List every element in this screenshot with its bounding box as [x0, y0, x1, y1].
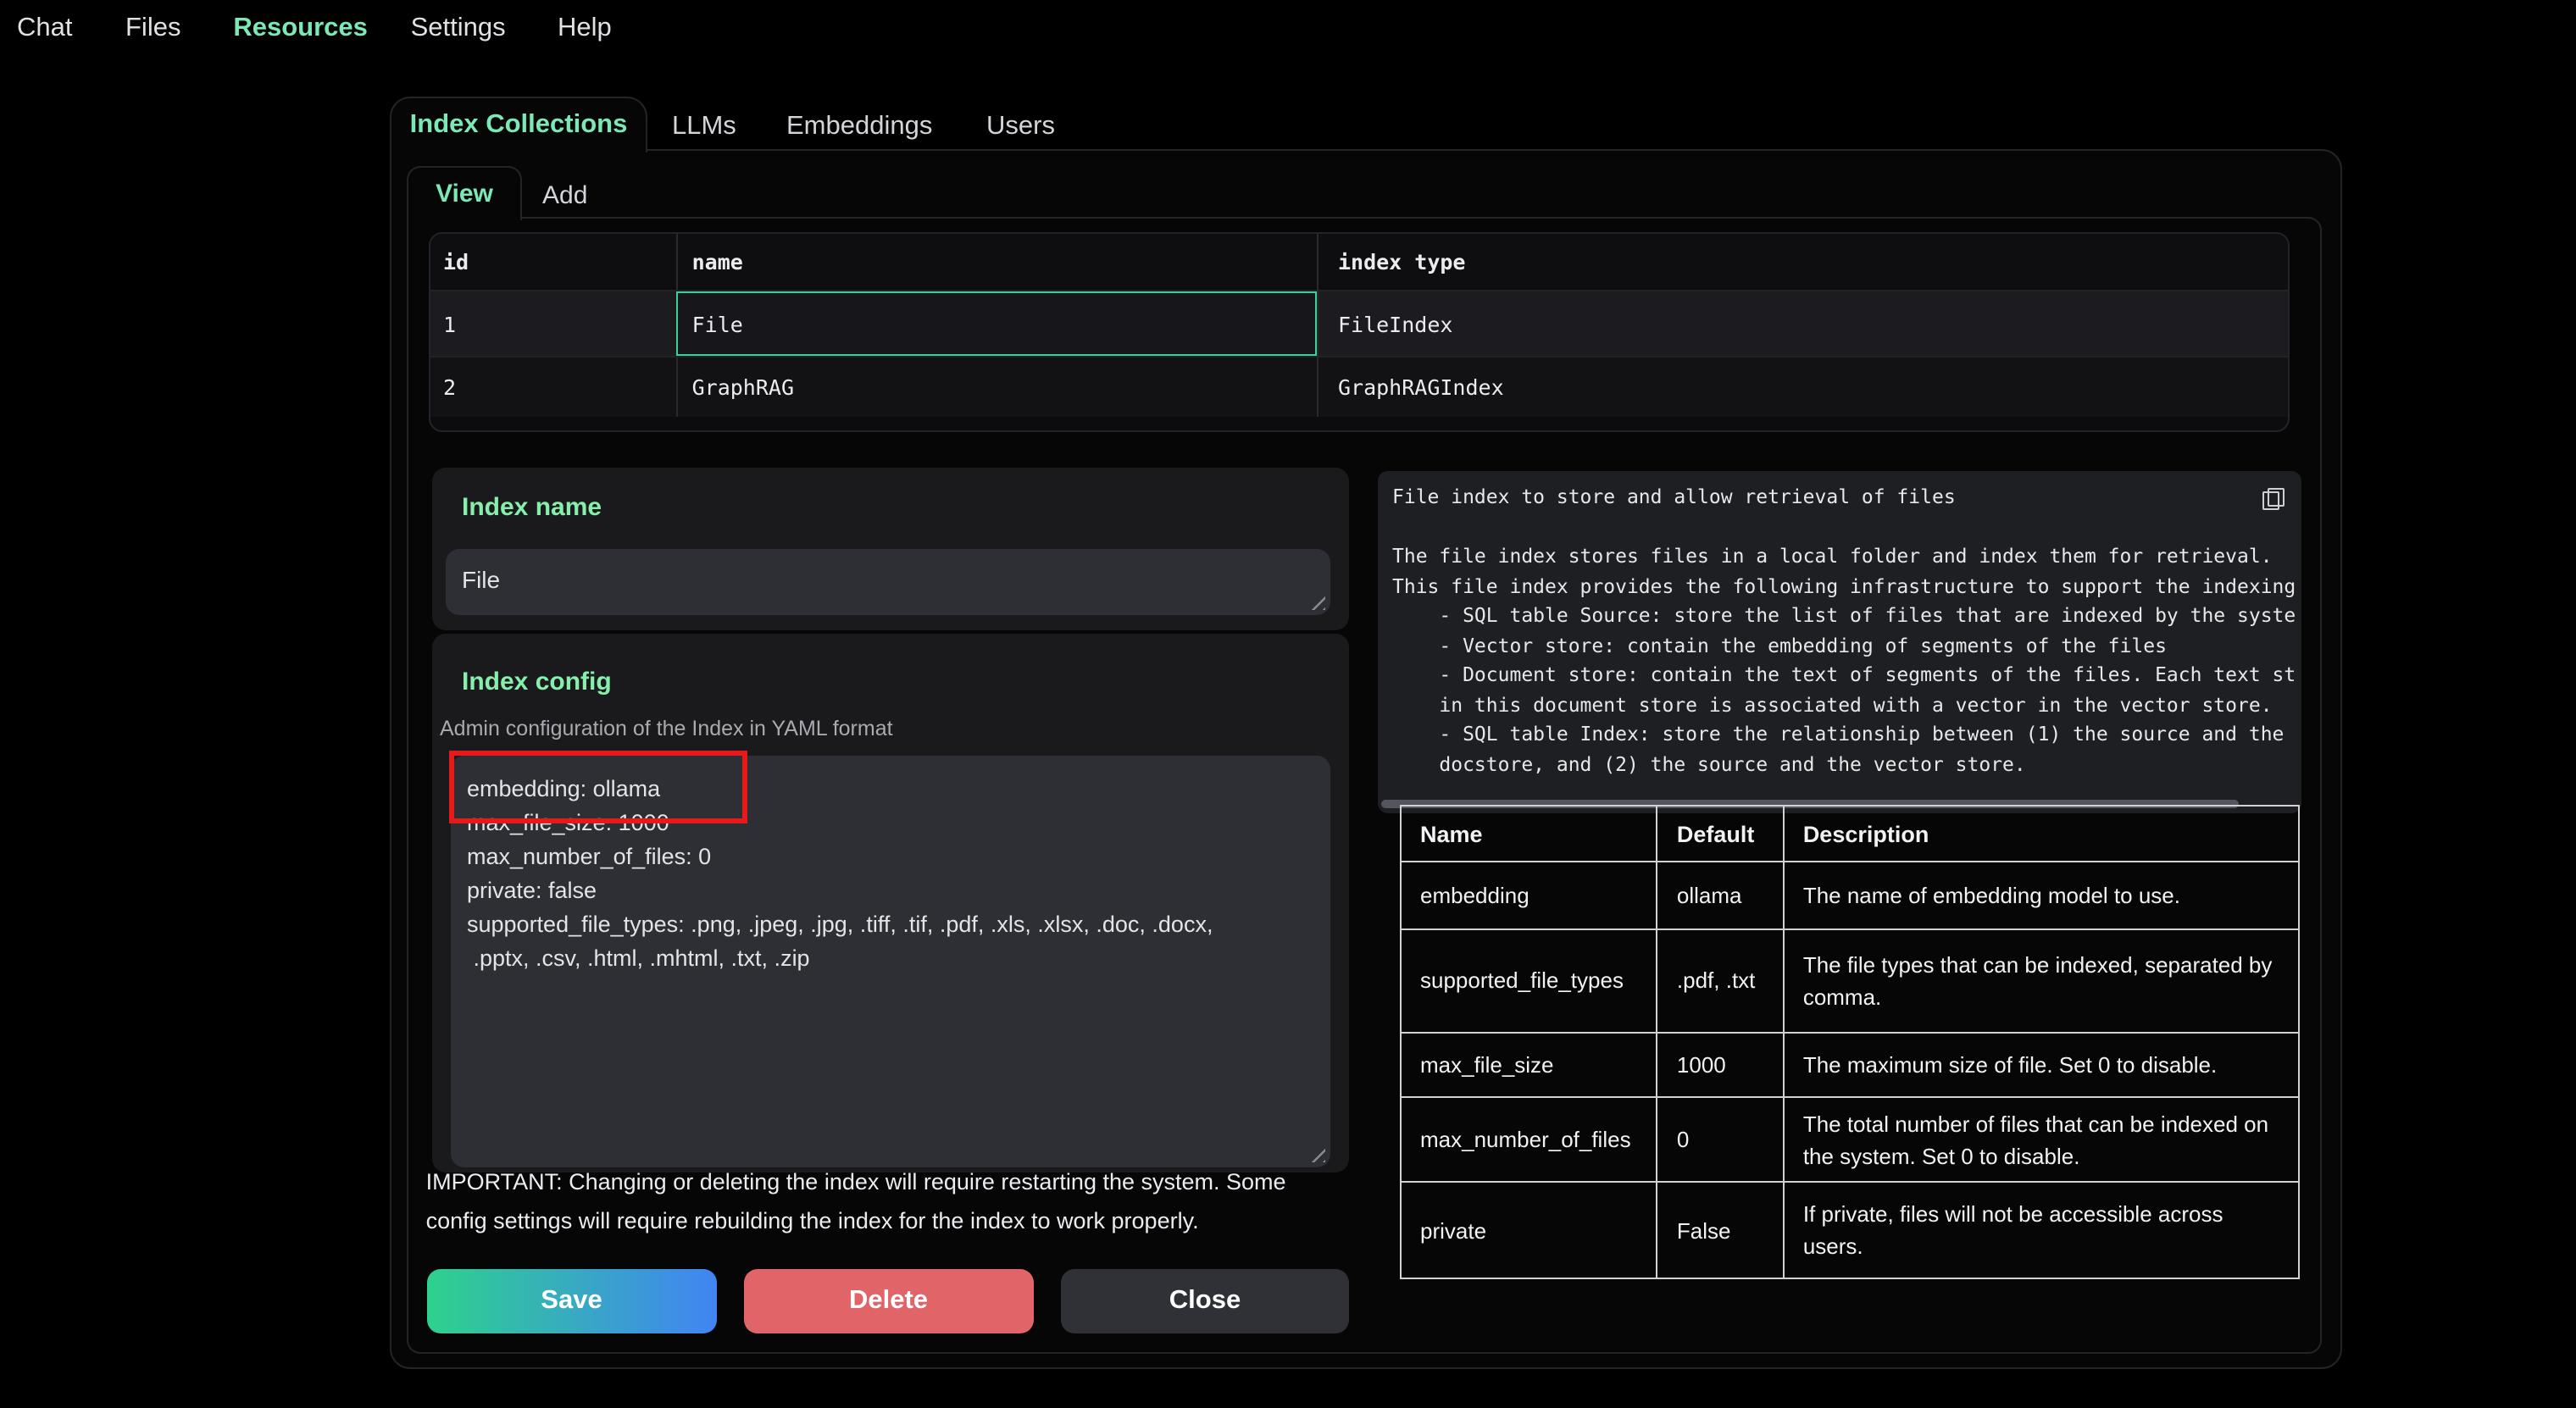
subtab-view[interactable]: View — [407, 165, 522, 219]
col-header-name[interactable]: name — [677, 233, 1318, 290]
tab-llms[interactable]: LLMs — [672, 112, 736, 142]
resize-handle-icon[interactable] — [1308, 593, 1325, 610]
param-name: supported_file_types — [1401, 929, 1657, 1033]
tab-index-collections[interactable]: Index Collections — [390, 96, 647, 152]
index-name-card: Index name File — [432, 468, 1349, 630]
nav-item-help[interactable]: Help — [558, 14, 612, 44]
params-header-description: Description — [1784, 806, 2298, 862]
param-default: .pdf, .txt — [1657, 929, 1784, 1033]
close-button[interactable]: Close — [1061, 1269, 1349, 1333]
col-header-index-type[interactable]: index type — [1318, 233, 2287, 290]
cell-name-file-selected[interactable]: File — [677, 291, 1318, 357]
params-row-max-file-size: max_file_size 1000 The maximum size of f… — [1401, 1033, 2298, 1097]
params-reference-table: Name Default Description embedding ollam… — [1400, 805, 2299, 1279]
param-default: False — [1657, 1182, 1784, 1278]
params-row-max-number-of-files: max_number_of_files 0 The total number o… — [1401, 1097, 2298, 1182]
tab-users[interactable]: Users — [986, 112, 1055, 142]
param-default: 0 — [1657, 1097, 1784, 1182]
param-default: ollama — [1657, 862, 1784, 929]
cell-id-1[interactable]: 1 — [430, 291, 677, 357]
col-header-id[interactable]: id — [430, 233, 677, 290]
index-name-label: Index name — [462, 493, 602, 522]
param-name: private — [1401, 1182, 1657, 1278]
nav-item-files[interactable]: Files — [125, 14, 180, 44]
table-row: 2 GraphRAG GraphRAGIndex — [430, 357, 2287, 418]
params-header-default: Default — [1657, 806, 1784, 862]
param-description: The name of embedding model to use. — [1784, 862, 2298, 929]
cell-type-graphragindex[interactable]: GraphRAGIndex — [1318, 358, 2287, 418]
index-config-label: Index config — [462, 668, 612, 696]
params-header-row: Name Default Description — [1401, 806, 2298, 862]
param-description: If private, files will not be accessible… — [1784, 1182, 2298, 1278]
table-row: 1 File FileIndex — [430, 290, 2287, 357]
param-description: The file types that can be indexed, sepa… — [1784, 929, 2298, 1033]
params-row-embedding: embedding ollama The name of embedding m… — [1401, 862, 2298, 929]
tab-embeddings[interactable]: Embeddings — [786, 112, 932, 142]
index-collections-table: id name index type 1 File FileIndex 2 Gr… — [428, 231, 2289, 432]
params-row-supported-file-types: supported_file_types .pdf, .txt The file… — [1401, 929, 2298, 1033]
index-config-card: Index config Admin configuration of the … — [432, 634, 1349, 1172]
save-button[interactable]: Save — [427, 1269, 716, 1333]
index-description-block: File index to store and allow retrieval … — [1377, 471, 2301, 813]
param-description: The maximum size of file. Set 0 to disab… — [1784, 1033, 2298, 1097]
param-description: The total number of files that can be in… — [1784, 1097, 2298, 1182]
index-name-value: File — [462, 566, 500, 593]
delete-button[interactable]: Delete — [744, 1269, 1033, 1333]
nav-item-settings[interactable]: Settings — [411, 14, 506, 44]
warning-text: IMPORTANT: Changing or deleting the inde… — [426, 1164, 1375, 1240]
nav-item-resources[interactable]: Resources — [233, 14, 368, 44]
param-default: 1000 — [1657, 1033, 1784, 1097]
resize-handle-icon[interactable] — [1308, 1145, 1325, 1162]
cell-id-2[interactable]: 2 — [430, 358, 677, 418]
nav-item-chat[interactable]: Chat — [17, 14, 73, 44]
param-name: max_file_size — [1401, 1033, 1657, 1097]
params-header-name: Name — [1401, 806, 1657, 862]
subtab-add[interactable]: Add — [542, 180, 587, 209]
red-highlight-box — [449, 751, 747, 823]
cell-type-fileindex[interactable]: FileIndex — [1318, 291, 2287, 357]
table-header-row: id name index type — [430, 233, 2287, 290]
index-config-info: Admin configuration of the Index in YAML… — [440, 717, 893, 740]
copy-icon[interactable] — [2262, 488, 2284, 510]
index-name-input[interactable]: File — [447, 549, 1330, 615]
cell-name-graphrag[interactable]: GraphRAG — [677, 358, 1318, 418]
app-root: Chat Files Resources Settings Help Index… — [0, 0, 2576, 1408]
param-name: embedding — [1401, 862, 1657, 929]
params-row-private: private False If private, files will not… — [1401, 1182, 2298, 1278]
param-name: max_number_of_files — [1401, 1097, 1657, 1182]
index-description-text: File index to store and allow retrieval … — [1377, 471, 2294, 788]
